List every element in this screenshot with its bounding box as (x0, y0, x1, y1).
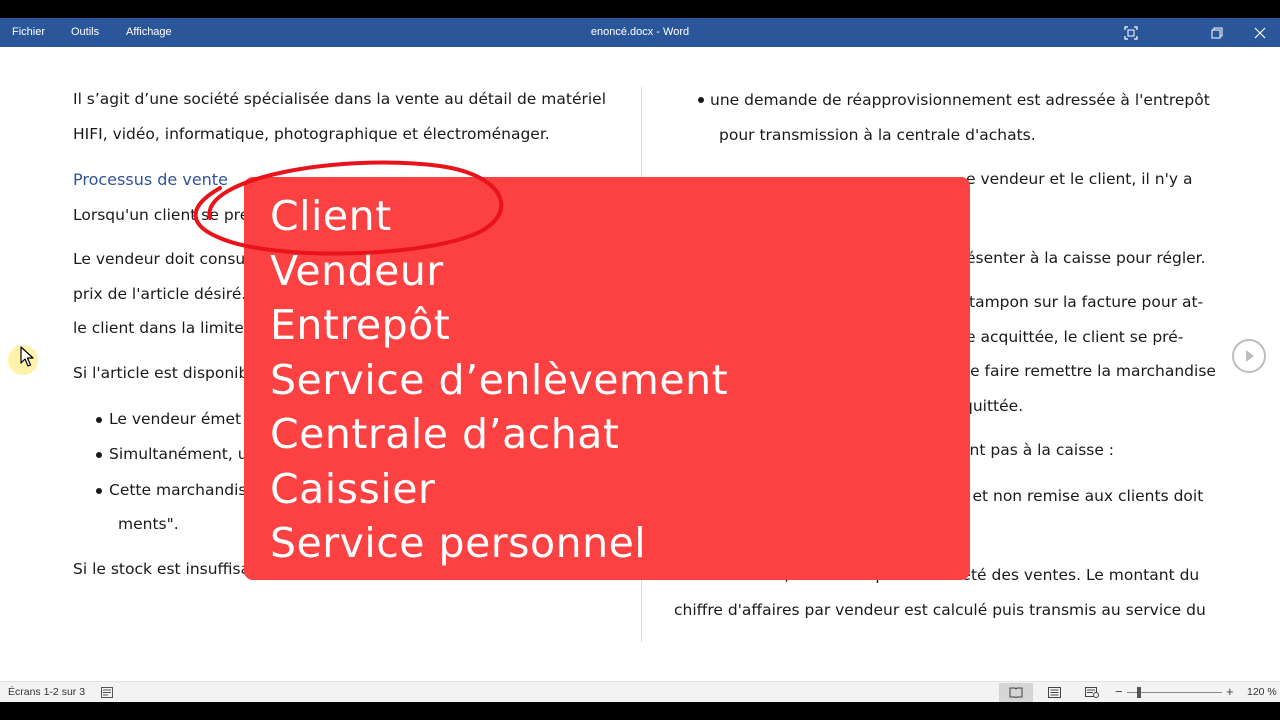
bullet-dot (698, 97, 704, 103)
paragraph-text: Lorsqu'un client se pré (73, 206, 250, 224)
restore-button[interactable] (1197, 18, 1237, 47)
actors-list: Client Vendeur Entrepôt Service d’enlève… (270, 189, 728, 571)
paragraph-text: e acquittée, le client se pré- (966, 328, 1184, 346)
paragraph-text: quittée. (963, 397, 1024, 415)
bullet-dot (96, 417, 102, 423)
read-mode-button[interactable] (999, 683, 1033, 702)
paragraph-text: Il s’agit d’une société spécialisée dans… (73, 90, 607, 108)
word-count-icon[interactable] (101, 687, 113, 698)
restore-icon (1211, 27, 1223, 38)
status-bar: Écrans 1-2 sur 3 − + 120 % (0, 681, 1280, 702)
paragraph-text: HIFI, vidéo, informatique, photographiqu… (73, 125, 550, 143)
close-button[interactable] (1240, 18, 1280, 47)
zoom-level[interactable]: 120 % (1247, 686, 1277, 698)
actor-item: Service d’enlèvement (270, 355, 729, 404)
web-layout-button[interactable] (1075, 683, 1109, 702)
paragraph-text: se faire remettre la marchandise (962, 362, 1216, 380)
title-bar: Fichier Outils Affichage enoncé.docx - W… (0, 18, 1280, 47)
word-window: Fichier Outils Affichage enoncé.docx - W… (0, 18, 1280, 702)
focus-mode-icon (1124, 25, 1138, 40)
bullet-text: Le vendeur émet u (109, 410, 256, 428)
actor-item: Service personnel (270, 519, 647, 567)
bullet-dot (96, 452, 102, 458)
actor-item: Centrale d’achat (270, 410, 620, 458)
paragraph-text: Si l'article est disponible (73, 364, 263, 382)
paragraph-text: e vendeur et le client, il n'y a (966, 170, 1193, 188)
bullet-text: pour transmission à la centrale d'achats… (719, 126, 1036, 144)
actor-item: Caissier (270, 464, 436, 513)
paragraph-text: ésenter à la caisse pour régler. (966, 249, 1206, 267)
zoom-slider-track[interactable] (1127, 692, 1222, 693)
paragraph-text: tampon sur la facture pour at- (969, 293, 1204, 311)
paragraph-text: ent pas à la caisse : (960, 441, 1115, 459)
print-layout-button[interactable] (1037, 683, 1071, 702)
actor-item: Client (270, 192, 392, 240)
section-heading: Processus de vente (73, 170, 228, 189)
bullet-dot (96, 488, 102, 494)
read-mode-icon (1009, 687, 1023, 698)
paragraph-text: prix de l'article désiré. L (73, 285, 260, 303)
mouse-pointer-icon (20, 346, 34, 367)
bullet-text: ments". (118, 515, 179, 533)
focus-mode-button[interactable] (1111, 18, 1151, 47)
document-title: enoncé.docx - Word (590, 26, 690, 38)
paragraph-text: e et non remise aux clients doit (958, 487, 1204, 505)
next-page-icon (1246, 350, 1254, 362)
bullet-text: Simultanément, un (109, 445, 258, 463)
page-count: Écrans 1-2 sur 3 (8, 686, 86, 698)
paragraph-text: le client dans la limite d (73, 319, 259, 337)
close-icon (1254, 27, 1266, 38)
bullet-text: une demande de réapprovisionnement est a… (710, 91, 1210, 109)
paragraph-text: Le vendeur doit consul (73, 250, 250, 268)
bullet-text: Cette marchandise (109, 481, 257, 499)
zoom-out-button[interactable]: − (1115, 684, 1123, 699)
next-page-button[interactable] (1232, 339, 1266, 373)
zoom-slider-thumb[interactable] (1137, 687, 1141, 698)
web-layout-icon (1085, 687, 1099, 698)
paragraph-text: chiffre d'affaires par vendeur est calcu… (674, 601, 1206, 619)
print-layout-icon (1047, 687, 1061, 698)
zoom-in-button[interactable]: + (1226, 684, 1234, 699)
actor-item: Vendeur (270, 246, 444, 295)
actor-item: Entrepôt (270, 301, 451, 349)
